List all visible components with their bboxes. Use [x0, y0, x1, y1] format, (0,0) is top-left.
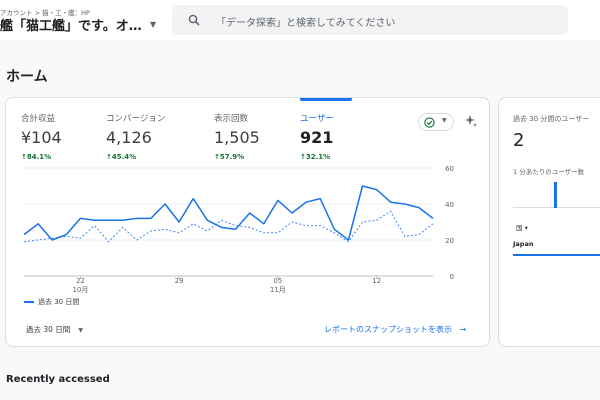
metric-value: 1,505: [214, 128, 260, 147]
metric-value: ¥104: [21, 128, 62, 147]
y-tick-label: 40: [445, 201, 454, 209]
chevron-down-icon: ▼: [78, 327, 83, 334]
x-tick-label: 22: [76, 277, 85, 285]
snapshot-link-label: レポートのスナップショットを表示: [324, 325, 452, 334]
users-series-line: [23, 185, 434, 241]
page-title: ホーム: [6, 69, 48, 85]
y-tick-label: 20: [445, 237, 454, 245]
realtime-card: 過去 30 分間のユーザー 2 1 分あたりのユーザー数 国 ▾ Japan: [498, 97, 600, 347]
metric-label: ユーザー: [300, 114, 334, 124]
country-column-header[interactable]: 国 ▾: [516, 222, 528, 232]
x-tick-label: 12: [372, 277, 381, 285]
y-tick-label: 60: [445, 165, 454, 173]
x-tick-month-label: 10月: [72, 286, 88, 294]
metric-value: 4,126: [106, 128, 152, 147]
metric-label: 表示回数: [214, 114, 249, 124]
y-tick-label: 0: [450, 273, 454, 281]
chart-legend: 過去 30 日間: [24, 297, 79, 307]
mini-bar-chart: [513, 182, 600, 208]
metric-label: コンバージョン: [106, 114, 166, 124]
chevron-down-icon[interactable]: ▼: [150, 20, 156, 29]
realtime-value: 2: [513, 130, 525, 151]
mini-bar: [554, 182, 557, 208]
snapshot-link[interactable]: レポートのスナップショットを表示 →: [324, 324, 466, 335]
country-row[interactable]: Japan: [513, 240, 600, 256]
line-chart: 60 40 20 0 2210月 29 0511月 12: [23, 165, 454, 294]
search-icon: [188, 14, 200, 26]
status-check-button[interactable]: ▼: [418, 113, 454, 131]
active-tab-indicator: [300, 98, 352, 101]
top-bar: アカウント > 猫・工・艦：HP 艦「猫工艦」です。オ… ▼ 「データ探索」と検…: [0, 0, 600, 40]
metric-label: 合計収益: [21, 114, 56, 124]
chevron-down-icon: ▼: [442, 117, 447, 124]
arrow-right-icon: →: [459, 325, 467, 334]
x-tick-label: 29: [175, 277, 184, 285]
x-tick-month-label: 11月: [270, 286, 286, 294]
date-range-selector[interactable]: 過去 30 日間 ▼: [26, 324, 83, 335]
legend-label: 過去 30 日間: [38, 298, 80, 306]
sparkle-icon[interactable]: [464, 114, 478, 128]
search-input[interactable]: 「データ探索」と検索してみてください: [172, 5, 568, 35]
date-range-label: 過去 30 日間: [26, 325, 71, 334]
realtime-subtitle: 1 分あたりのユーザー数: [513, 168, 585, 176]
metric-value: 921: [300, 128, 334, 147]
comparison-series-line: [23, 210, 434, 243]
check-circle-icon: [424, 117, 435, 128]
realtime-title: 過去 30 分間のユーザー: [513, 115, 590, 123]
overview-card: 合計収益 ¥104 ↑84.1% コンバージョン 4,126 ↑45.4% 表示…: [5, 97, 490, 347]
legend-swatch: [24, 301, 34, 303]
property-name[interactable]: 艦「猫工艦」です。オ…: [0, 15, 142, 34]
search-placeholder: 「データ探索」と検索してみてください: [216, 18, 396, 29]
x-tick-label: 05: [273, 277, 282, 285]
recently-accessed-title: Recently accessed: [6, 374, 110, 385]
